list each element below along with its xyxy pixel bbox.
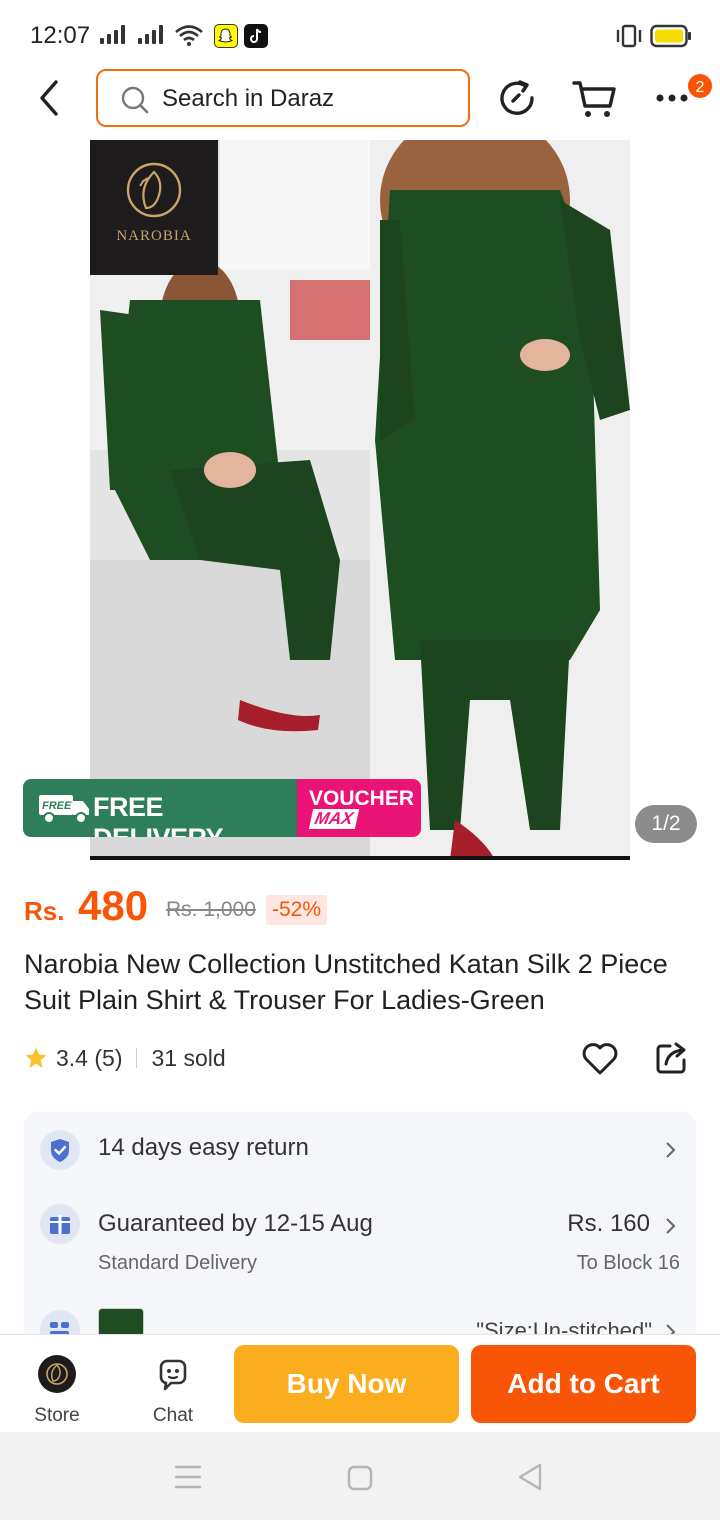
return-policy-text[interactable]: 14 days easy return [98, 1134, 309, 1162]
system-navigation-bar [0, 1432, 720, 1520]
shield-check-icon [40, 1130, 80, 1170]
voucher-max-badge: VOUCHER MAX [297, 779, 421, 837]
star-icon [25, 1047, 47, 1068]
cart-icon [572, 81, 616, 117]
share-button[interactable] [652, 1038, 692, 1078]
image-page-indicator: 1/2 [635, 805, 697, 843]
history-button[interactable] [494, 74, 542, 122]
truck-free-text: FREE [42, 800, 72, 812]
price-currency: Rs. [24, 896, 65, 926]
original-price: Rs. 1,000 [166, 898, 256, 921]
history-icon [500, 80, 534, 115]
delivery-guarantee-text[interactable]: Guaranteed by 12-15 Aug [98, 1210, 373, 1238]
free-delivery-banner[interactable]: FREE FREE DELIVERY VOUCHER MAX [23, 779, 421, 837]
brand-logo: NAROBIA [90, 140, 218, 275]
voucher-max-text: MAX [308, 809, 359, 829]
snapchat-icon [214, 24, 238, 48]
store-tab[interactable]: Store [20, 1351, 94, 1426]
wishlist-button[interactable] [580, 1038, 620, 1078]
chevron-right-icon[interactable] [664, 1216, 678, 1236]
back-icon [40, 80, 58, 116]
heart-icon [582, 1043, 618, 1075]
signal-icon [100, 24, 125, 44]
notification-badge: 2 [686, 72, 714, 100]
menu-icon[interactable] [174, 1464, 202, 1490]
bottom-action-bar: Store Chat Buy Now Add to Cart [0, 1334, 720, 1432]
free-delivery-text: FREE DELIVERY [93, 792, 224, 837]
delivery-box-icon [40, 1204, 80, 1244]
tiktok-icon [244, 24, 268, 48]
sold-count: 31 sold [151, 1044, 226, 1071]
chat-tab[interactable]: Chat [136, 1351, 210, 1426]
vibrate-icon [616, 24, 642, 48]
back-button[interactable] [30, 76, 70, 120]
wifi-icon [175, 25, 203, 46]
chat-icon [159, 1359, 187, 1391]
product-title: Narobia New Collection Unstitched Katan … [24, 949, 668, 1015]
add-to-cart-button[interactable]: Add to Cart [471, 1345, 696, 1423]
free-delivery-label-area: FREE FREE DELIVERY [23, 779, 297, 837]
share-icon [656, 1042, 686, 1074]
delivery-fee: Rs. 160 [567, 1210, 650, 1237]
buy-now-button[interactable]: Buy Now [234, 1345, 459, 1423]
home-icon[interactable] [346, 1464, 374, 1492]
rating-row[interactable]: 3.4 (5) 31 sold [24, 1040, 226, 1076]
voucher-text: VOUCHER [309, 787, 415, 810]
price-value: 480 [78, 882, 149, 929]
brand-emblem [126, 162, 182, 218]
signal-icon [138, 24, 163, 44]
discount-badge: -52% [266, 895, 328, 925]
delivery-location[interactable]: To Block 16 [577, 1252, 680, 1275]
delivery-type: Standard Delivery [98, 1252, 257, 1274]
back-nav-icon[interactable] [516, 1462, 544, 1492]
divider [136, 1048, 138, 1068]
rating-value: 3.4 (5) [56, 1044, 123, 1071]
service-info-card: 14 days easy return Guaranteed by 12-15 … [24, 1112, 696, 1372]
store-label: Store [34, 1405, 80, 1426]
cart-button[interactable] [570, 74, 618, 122]
brand-name: NAROBIA [116, 228, 192, 244]
status-time: 12:07 [30, 22, 91, 49]
search-input[interactable]: Search in Daraz [96, 69, 470, 127]
status-bar: 12:07 [0, 0, 720, 70]
store-avatar [38, 1355, 76, 1393]
chat-label: Chat [152, 1405, 194, 1426]
chevron-right-icon[interactable] [664, 1140, 678, 1160]
delivery-truck-icon: FREE [39, 795, 89, 824]
search-icon [121, 86, 149, 114]
search-placeholder: Search in Daraz [162, 85, 335, 112]
battery-icon [650, 24, 691, 48]
